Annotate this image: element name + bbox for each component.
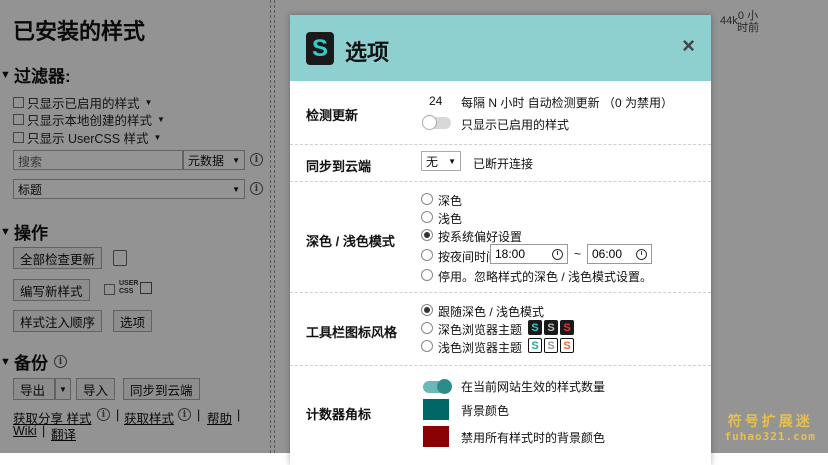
dark-mode-option-disabled: 停用。忽略样式的深色 / 浅色模式设置。: [438, 270, 653, 284]
update-interval-text: 每隔 N 小时 自动检测更新 （0 为禁用）: [461, 96, 674, 110]
close-icon[interactable]: ×: [682, 35, 695, 57]
update-interval-input[interactable]: 24: [429, 94, 442, 108]
badge-count-toggle[interactable]: [423, 379, 452, 394]
dark-mode-radio-schedule[interactable]: [421, 249, 433, 261]
stylus-logo-icon: S: [306, 32, 334, 65]
dark-mode-option-light: 浅色: [438, 212, 463, 226]
badge-bg-color-label: 背景颜色: [461, 404, 510, 418]
dark-mode-radio-disabled[interactable]: [421, 269, 433, 281]
badge-bg-color-swatch[interactable]: [423, 399, 449, 420]
toggle-knob: [422, 115, 437, 130]
stylus-dark-disabled-icon: S: [544, 320, 558, 335]
badge-count-text: 在当前网站生效的样式数量: [461, 380, 606, 394]
site-watermark: 符号扩展迷 fuhao321.com: [725, 413, 816, 445]
dialog-header: S 选项 ×: [290, 15, 711, 81]
night-start-time-input[interactable]: 18:00: [490, 244, 568, 264]
row-dark-mode: 深色 / 浅色模式 深色 浅色 按系统偏好设置 按夜间时间 18:00 ~ 06…: [290, 182, 711, 293]
sync-provider-value: 无: [426, 154, 439, 169]
stylus-dark-error-icon: S: [560, 320, 574, 335]
sync-status: 已断开连接: [473, 157, 534, 171]
stylus-dark-enabled-icon: S: [528, 320, 542, 335]
toolbar-icon-option-follow: 跟随深色 / 浅色模式: [438, 305, 545, 319]
toolbar-icon-option-dark: 深色浏览器主题: [438, 323, 523, 337]
stylus-light-enabled-icon: S: [528, 338, 542, 353]
row-toolbar-icon: 工具栏图标风格 跟随深色 / 浅色模式 深色浏览器主题 S S S 浅色浏览器主…: [290, 293, 711, 366]
toolbar-icon-option-light: 浅色浏览器主题: [438, 341, 523, 355]
sync-label: 同步到云端: [306, 159, 372, 174]
dark-mode-radio-dark[interactable]: [421, 193, 433, 205]
dark-mode-label: 深色 / 浅色模式: [306, 234, 395, 249]
options-dialog: S 选项 × 检测更新 24 每隔 N 小时 自动检测更新 （0 为禁用） 只显…: [290, 15, 711, 465]
stylus-light-disabled-icon: S: [544, 338, 558, 353]
dark-mode-option-schedule: 按夜间时间: [438, 250, 499, 264]
badge-disabled-bg-color-label: 禁用所有样式时的背景颜色: [461, 431, 606, 445]
clock-icon: [552, 248, 563, 260]
night-end-time-value: 06:00: [592, 247, 623, 261]
stylus-light-error-icon: S: [560, 338, 574, 353]
watermark-en: fuhao321.com: [724, 430, 816, 443]
dark-mode-option-dark: 深色: [438, 194, 463, 208]
toolbar-icon-label: 工具栏图标风格: [306, 325, 398, 340]
toggle-knob: [437, 379, 452, 394]
dark-mode-radio-system[interactable]: [421, 229, 433, 241]
row-update-check: 检测更新 24 每隔 N 小时 自动检测更新 （0 为禁用） 只显示已启用的样式: [290, 81, 711, 145]
toolbar-icon-radio-follow[interactable]: [421, 304, 433, 316]
badge-label: 计数器角标: [306, 407, 372, 422]
night-end-time-input[interactable]: 06:00: [587, 244, 652, 264]
toolbar-icon-radio-dark[interactable]: [421, 322, 433, 334]
time-range-separator: ~: [574, 247, 582, 261]
row-badge: 计数器角标 在当前网站生效的样式数量 背景颜色 禁用所有样式时的背景颜色: [290, 366, 711, 465]
night-start-time-value: 18:00: [495, 247, 526, 261]
dark-mode-radio-light[interactable]: [421, 211, 433, 223]
toolbar-icon-radio-light[interactable]: [421, 340, 433, 352]
only-enabled-toggle[interactable]: [422, 115, 451, 130]
dialog-title: 选项: [345, 40, 390, 65]
watermark-cn: 符号扩展迷: [727, 413, 813, 429]
row-sync: 同步到云端 无 ▼ 已断开连接: [290, 145, 711, 182]
update-check-label: 检测更新: [306, 108, 359, 123]
chevron-down-icon: ▼: [448, 156, 456, 166]
dark-mode-option-system: 按系统偏好设置: [438, 230, 523, 244]
sync-provider-select[interactable]: 无 ▼: [421, 151, 461, 171]
clock-icon: [636, 248, 647, 260]
only-enabled-text: 只显示已启用的样式: [461, 118, 570, 132]
badge-disabled-bg-color-swatch[interactable]: [423, 426, 449, 447]
